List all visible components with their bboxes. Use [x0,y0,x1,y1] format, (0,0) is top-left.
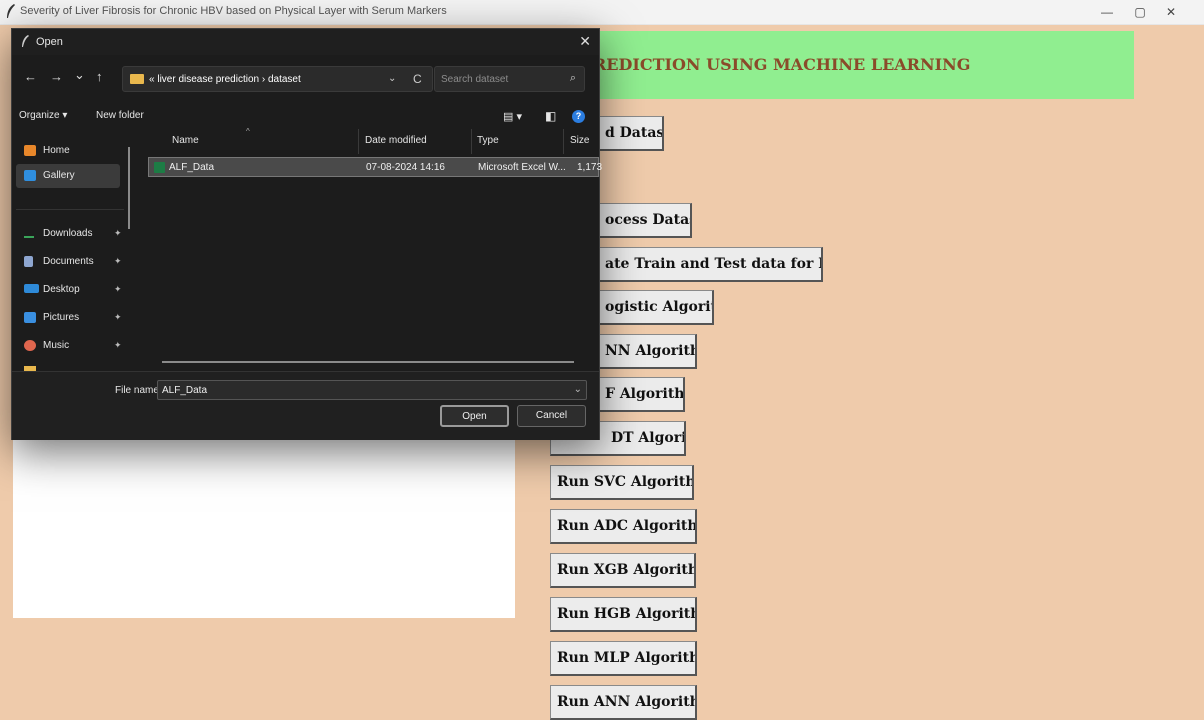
dialog-footer: File name: ALF_Data ⌄ Open Cancel [12,371,599,440]
upload-dataset-button[interactable]: d Dataset [598,116,664,151]
pin-icon: ✦ [114,312,122,322]
pin-icon: ✦ [114,284,122,294]
run-svc-button[interactable]: Run SVC Algorithm [550,465,694,500]
file-type: Microsoft Excel W... [478,162,566,173]
folder-icon [130,74,144,84]
sidebar-divider [16,209,124,210]
preprocess-dataset-button[interactable]: ocess Dataset [598,203,692,238]
excel-file-icon [154,162,165,173]
sidebar-item-home[interactable]: Home [16,139,120,163]
sidebar-item-documents[interactable]: Documents ✦ [16,250,122,274]
file-name-input[interactable]: ALF_Data ⌄ [157,380,587,400]
run-ann-button[interactable]: Run ANN Algorithm [550,685,697,720]
column-header-type[interactable]: Type [477,135,499,146]
window-title: Severity of Liver Fibrosis for Chronic H… [20,5,447,17]
pictures-icon [24,312,36,323]
breadcrumb-dataset[interactable]: dataset [268,74,301,85]
dialog-toolbar: Organize ▾ New folder ▤ ▾ ◧ ? [12,107,599,129]
back-arrow-icon[interactable]: ← [24,69,37,84]
forward-arrow-icon[interactable]: → [50,69,63,84]
column-header-size[interactable]: Size [570,135,589,146]
file-name-value: ALF_Data [162,385,208,396]
breadcrumb: « liver disease prediction › dataset [149,74,301,85]
window-titlebar: Severity of Liver Fibrosis for Chronic H… [0,0,1204,25]
chevron-down-icon[interactable]: ⌄ [574,384,582,395]
split-train-test-button[interactable]: ate Train and Test data for Model [598,247,823,282]
file-list: Name ^ Date modified Type Size ALF_Data … [146,127,603,371]
breadcrumb-overflow[interactable]: « [149,74,155,85]
run-logistic-button[interactable]: ogistic Algorithm [598,290,714,325]
dialog-title: Open [36,36,63,48]
gallery-icon [24,170,36,181]
maximize-button[interactable]: ▢ [1127,2,1153,22]
dialog-close-button[interactable]: ✕ [579,33,591,50]
file-name-label: File name: [115,385,162,396]
desktop-icon [24,284,39,293]
sidebar-scrollbar[interactable] [128,147,130,229]
horizontal-scrollbar[interactable] [162,361,574,363]
recent-locations-icon[interactable]: ⌄ [74,67,85,83]
download-icon [24,228,34,238]
column-header-name[interactable]: Name [172,135,199,146]
column-header-date[interactable]: Date modified [365,135,427,146]
feather-icon [7,4,15,18]
address-dropdown-icon[interactable]: ⌄ [388,73,396,84]
sidebar-item-gallery[interactable]: Gallery [16,164,120,188]
organize-button[interactable]: Organize ▾ [19,110,67,121]
file-name: ALF_Data [169,162,215,173]
dialog-titlebar: Open ✕ [12,29,599,55]
column-separator[interactable] [563,129,564,154]
close-window-button[interactable]: ✕ [1158,2,1184,22]
banner-title: REDICTION USING MACHINE LEARNING [593,55,971,74]
run-xgb-button[interactable]: Run XGB Algorithm [550,553,696,588]
address-bar[interactable]: « liver disease prediction › dataset ⌄ C [122,66,433,92]
pin-icon: ✦ [114,256,122,266]
navigation-bar: ← → ⌄ ↑ « liver disease prediction › dat… [12,63,599,95]
up-arrow-icon[interactable]: ↑ [96,69,103,84]
sidebar-item-desktop[interactable]: Desktop ✦ [16,278,122,302]
breadcrumb-liver-disease-prediction[interactable]: liver disease prediction [157,74,259,85]
open-button[interactable]: Open [440,405,509,427]
minimize-button[interactable]: — [1094,2,1120,22]
run-rf-button[interactable]: F Algorithm [598,377,685,412]
run-adc-button[interactable]: Run ADC Algorithm [550,509,697,544]
preview-pane-icon[interactable]: ◧ [545,109,556,123]
pin-icon: ✦ [114,340,122,350]
search-input[interactable]: Search dataset ⌕ [434,66,585,92]
sidebar-item-pictures[interactable]: Pictures ✦ [16,306,122,330]
sort-arrow-icon: ^ [246,127,250,136]
help-icon[interactable]: ? [572,110,585,123]
refresh-icon[interactable]: C [413,72,422,86]
column-separator[interactable] [471,129,472,154]
sidebar-item-label: Home [43,145,70,156]
run-knn-button[interactable]: NN Algorithm [598,334,697,369]
file-date: 07-08-2024 14:16 [366,162,445,173]
view-options-icon[interactable]: ▤ ▾ [503,110,522,123]
run-hgb-button[interactable]: Run HGB Algorithm [550,597,697,632]
sidebar-item-label: Music [43,340,70,351]
column-separator[interactable] [358,129,359,154]
sidebar-item-label: Downloads [43,228,93,239]
pin-icon: ✦ [114,228,122,238]
new-folder-button[interactable]: New folder [96,110,144,121]
file-size: 1,173 [577,162,603,173]
search-icon[interactable]: ⌕ [570,72,576,85]
sidebar-item-music[interactable]: Music ✦ [16,334,122,358]
run-mlp-button[interactable]: Run MLP Algorithm [550,641,697,676]
music-icon [24,340,36,351]
sidebar-item-label: Desktop [43,284,80,295]
open-file-dialog: Open ✕ ← → ⌄ ↑ « liver disease predictio… [11,28,603,440]
home-icon [24,145,36,156]
sidebar-item-downloads[interactable]: Downloads ✦ [16,222,122,246]
search-placeholder: Search dataset [441,74,509,85]
sidebar-item-label: Pictures [43,312,80,323]
sidebar-item-label: Gallery [43,170,75,181]
sidebar-item-label: Documents [43,256,94,267]
document-icon [24,256,33,267]
breadcrumb-separator: › [261,74,266,85]
cancel-button[interactable]: Cancel [517,405,586,427]
navigation-pane: Home Gallery Downloads ✦ Documents ✦ Des… [12,129,137,371]
feather-icon [22,35,29,47]
table-row[interactable]: ALF_Data 07-08-2024 14:16 Microsoft Exce… [148,157,603,177]
